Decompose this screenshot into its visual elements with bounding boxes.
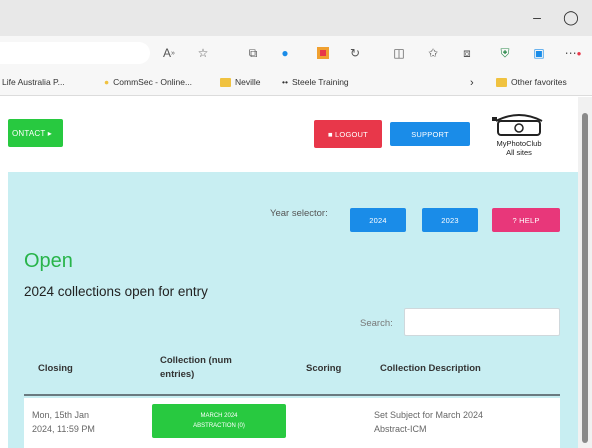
folder-icon <box>496 77 507 87</box>
page-subtitle: 2024 collections open for entry <box>24 284 208 299</box>
favorite-label: Life Australia P... <box>2 77 65 87</box>
collection-entries: ABSTRACTION (0) <box>193 423 245 429</box>
favorite-item[interactable]: ● CommSec - Online... <box>104 77 192 87</box>
collection-entry-button[interactable]: MARCH 2024 ABSTRACTION (0) <box>152 404 286 438</box>
browser-toolbar: A» ☆ ⧉ ● ↻ ◫ ✩ ⧈ ⛨ ▣ ⋯ ● <box>0 36 592 70</box>
description-line: Abstract-ICM <box>374 424 427 434</box>
logo-text: MyPhotoClub <box>496 139 542 148</box>
favorite-label: CommSec - Online... <box>113 77 193 87</box>
search-label: Search: <box>360 318 393 329</box>
column-header-scoring[interactable]: Scoring <box>306 362 341 376</box>
page-header: ONTACT ▸ ■ LOGOUT SUPPORT MyPhotoClub Al… <box>0 97 592 172</box>
help-button[interactable]: ? HELP <box>492 208 560 232</box>
address-bar[interactable] <box>0 42 150 64</box>
logout-button[interactable]: ■ LOGOUT <box>314 120 382 148</box>
closing-time: 2024, 11:59 PM <box>32 424 95 434</box>
contact-button[interactable]: ONTACT ▸ <box>8 119 63 147</box>
other-favorites-label: Other favorites <box>511 77 567 87</box>
commsec-icon: ● <box>104 77 110 87</box>
closing-cell: Mon, 15th Jan 2024, 11:59 PM <box>32 408 95 436</box>
read-aloud-icon[interactable]: A» <box>160 44 178 62</box>
split-screen-icon[interactable]: ◫ <box>390 44 408 62</box>
favorite-label: Steele Training <box>291 77 349 87</box>
collection-name: MARCH 2024 <box>200 413 238 419</box>
office-icon[interactable] <box>314 44 332 62</box>
column-header-collection[interactable]: Collection (num entries) <box>160 354 260 382</box>
window-titlebar: – ◯ <box>0 0 592 36</box>
description-line: Set Subject for March 2024 <box>374 410 484 420</box>
favorite-item[interactable]: •• Steele Training <box>282 77 349 87</box>
logo-subtext: All sites <box>506 148 532 157</box>
search-input[interactable] <box>404 308 560 336</box>
more-icon[interactable]: ⋯ ● <box>564 44 582 62</box>
page-scrollbar[interactable] <box>578 97 592 448</box>
year-2023-button[interactable]: 2023 <box>422 208 478 232</box>
favorite-item[interactable]: Life Australia P... <box>2 77 65 87</box>
favorite-label: Neville <box>235 77 261 87</box>
collections-icon[interactable]: ⧈ <box>458 44 476 62</box>
main-panel: Year selector: 2024 2023 ? HELP Open 202… <box>8 172 578 448</box>
table-row: Mon, 15th Jan 2024, 11:59 PM MARCH 2024 … <box>24 398 560 448</box>
refresh-icon[interactable]: ↻ <box>346 44 364 62</box>
year-selector-label: Year selector: <box>270 208 328 219</box>
link-icon: •• <box>282 77 288 87</box>
minimize-button[interactable]: – <box>524 6 550 28</box>
column-header-description[interactable]: Collection Description <box>380 362 481 376</box>
favorites-bar: Life Australia P... ● CommSec - Online..… <box>0 70 592 96</box>
camera-logo-icon <box>492 114 543 136</box>
table-header-divider <box>24 394 560 396</box>
closing-date: Mon, 15th Jan <box>32 410 90 420</box>
other-favorites[interactable]: Other favorites <box>496 77 567 87</box>
favorite-star-icon[interactable]: ☆ <box>194 44 212 62</box>
extension-icon[interactable]: ⧉ <box>244 44 262 62</box>
cloud-icon[interactable]: ● <box>276 44 294 62</box>
page-title: Open <box>24 250 73 272</box>
restore-button[interactable]: ◯ <box>558 6 584 28</box>
year-2024-button[interactable]: 2024 <box>350 208 406 232</box>
myphotoclub-logo[interactable]: MyPhotoClub All sites <box>484 111 554 161</box>
favorites-overflow-chevron[interactable]: › <box>470 77 474 89</box>
folder-icon <box>220 77 231 87</box>
column-header-closing[interactable]: Closing <box>38 362 73 376</box>
sidebar-icon[interactable]: ▣ <box>530 44 548 62</box>
favorites-icon[interactable]: ✩ <box>424 44 442 62</box>
description-cell: Set Subject for March 2024 Abstract-ICM <box>374 408 554 436</box>
shield-icon[interactable]: ⛨ <box>496 44 514 62</box>
support-button[interactable]: SUPPORT <box>390 122 470 146</box>
scrollbar-thumb[interactable] <box>582 113 588 443</box>
favorite-item[interactable]: Neville <box>220 77 261 87</box>
